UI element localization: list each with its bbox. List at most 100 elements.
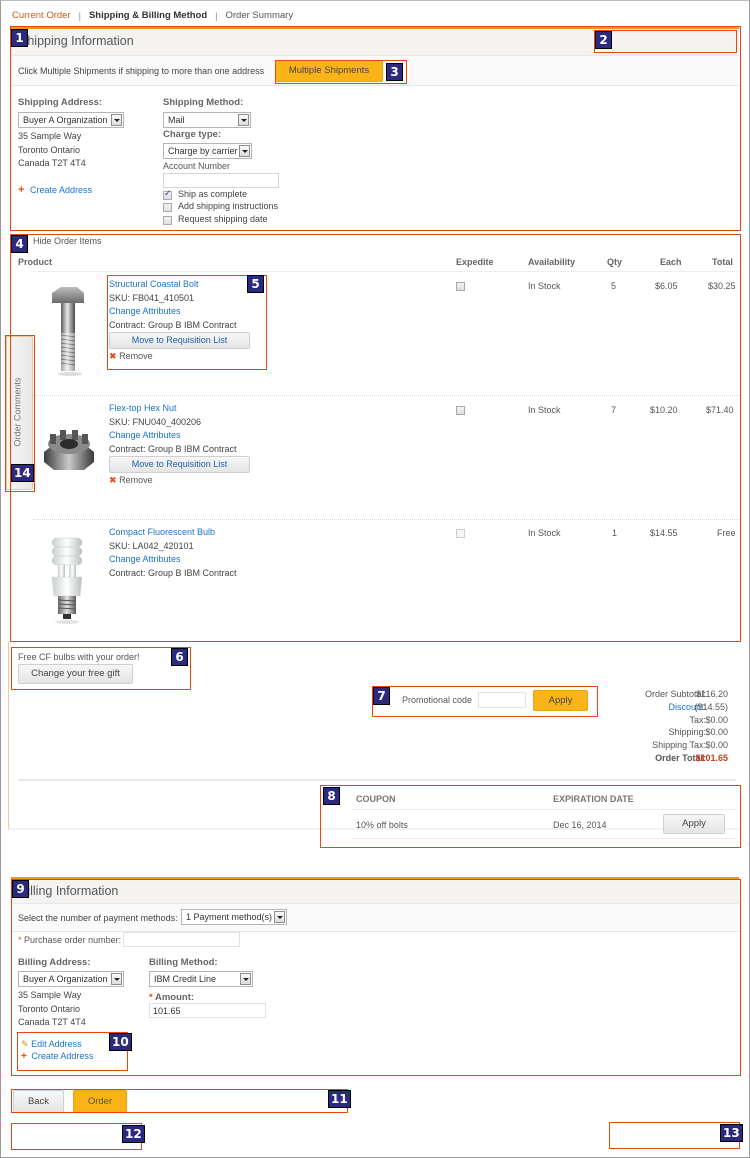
coupon-apply-button[interactable]: Apply (663, 814, 725, 834)
annotation-badge-13: 13 (720, 1124, 743, 1142)
product-sku: SKU: FB041_410501 (109, 293, 195, 303)
payment-count-bar: Select the number of payment methods: (11, 904, 739, 932)
product-sku: SKU: FNU040_400206 (109, 417, 202, 427)
change-free-gift-button[interactable]: Change your free gift (18, 664, 133, 684)
column-qty: Qty (607, 257, 623, 267)
plus-icon: + (18, 184, 25, 196)
amount-input[interactable] (149, 1003, 266, 1018)
shipping-method-select[interactable]: Mail (163, 112, 251, 128)
summary-divider (18, 779, 736, 781)
remove-x-icon: ✖ (109, 352, 117, 362)
free-gift-message: Free CF bulbs with your order! (18, 652, 140, 662)
annotation-badge-14: 14 (11, 464, 34, 482)
amount-label-text: Amount: (155, 992, 195, 1003)
bolt-image (52, 287, 84, 376)
move-to-requisition-list-label: Move to Requisition List (131, 335, 228, 345)
product-name-link[interactable]: Structural Coastal Bolt (109, 279, 199, 289)
billing-address-select[interactable]: Buyer A Organization (18, 971, 124, 987)
chevron-down-icon (239, 145, 250, 157)
column-total: Total (712, 257, 733, 267)
hex-nut-image (44, 430, 94, 470)
ship-as-complete-label: Ship as complete (178, 189, 248, 199)
summary-value: ($14.55) (694, 701, 728, 712)
billing-address-select-value: Buyer A Organization (23, 974, 108, 984)
annotation-badge-6: 6 (171, 648, 188, 666)
quantity: 1 (612, 528, 618, 538)
annotation-badge-3: 3 (386, 63, 403, 81)
column-expedite: Expedite (456, 257, 494, 267)
column-availability: Availability (528, 257, 576, 267)
expiration-column-header: EXPIRATION DATE (553, 794, 634, 804)
shipping-address-line: 35 Sample Way (18, 131, 82, 141)
coupon-apply-label: Apply (682, 818, 706, 829)
po-number-input[interactable] (123, 932, 240, 947)
pencil-icon: ✎ (21, 1040, 29, 1050)
annotation-badge-9: 9 (12, 880, 29, 898)
remove-link[interactable]: ✖ Remove (109, 475, 153, 486)
annotation-badge-2: 2 (595, 31, 612, 49)
product-sku: SKU: LA042_420101 (109, 541, 194, 551)
expedite-checkbox[interactable] (456, 282, 465, 291)
billing-method-select[interactable]: IBM Credit Line (149, 971, 253, 987)
product-name-link[interactable]: Compact Fluorescent Bulb (109, 527, 215, 537)
amount-label: * Amount: (149, 992, 194, 1003)
create-address-link[interactable]: + Create Address (21, 1051, 93, 1062)
product-name-link[interactable]: Flex-top Hex Nut (109, 403, 177, 413)
order-button[interactable]: Order (73, 1090, 127, 1113)
move-to-requisition-list-label: Move to Requisition List (131, 459, 228, 469)
move-to-requisition-list-button[interactable]: Move to Requisition List (109, 456, 250, 473)
payment-count-select[interactable]: 1 Payment method(s) (181, 909, 287, 925)
account-number-label: Account Number (163, 161, 231, 171)
breadcrumb-current-order[interactable]: Current Order (12, 10, 71, 21)
change-attributes-link[interactable]: Change Attributes (109, 554, 181, 564)
unit-price: $10.20 (650, 405, 678, 415)
shipping-address-line: Toronto Ontario (18, 145, 81, 155)
change-attributes-link[interactable]: Change Attributes (109, 430, 181, 440)
po-number-label: * Purchase order number: (18, 935, 121, 945)
billing-address-line: 35 Sample Way (18, 990, 82, 1000)
breadcrumb-order-summary: Order Summary (225, 10, 294, 21)
edit-address-link[interactable]: ✎ Edit Address (21, 1039, 82, 1050)
back-button[interactable]: Back (13, 1090, 64, 1113)
line-total: $30.25 (708, 281, 736, 291)
remove-label: Remove (119, 351, 153, 361)
line-total: $71.40 (706, 405, 734, 415)
promo-code-label: Promotional code (402, 695, 473, 705)
required-asterisk: * (149, 992, 153, 1003)
annotation-badge-1: 1 (11, 29, 28, 47)
ship-as-complete-checkbox[interactable] (163, 189, 172, 200)
charge-type-select[interactable]: Charge by carrier (163, 143, 252, 159)
breadcrumb: Current Order | Shipping & Billing Metho… (12, 10, 293, 21)
create-address-link[interactable]: + Create Address (18, 184, 92, 196)
change-attributes-link[interactable]: Change Attributes (109, 306, 181, 316)
hide-order-items-toggle[interactable]: Hide Order Items (33, 236, 102, 246)
add-shipping-instructions-checkbox[interactable] (163, 203, 172, 212)
quantity: 5 (611, 281, 617, 291)
promo-code-input[interactable] (478, 692, 526, 708)
quantity: 7 (611, 405, 617, 415)
request-shipping-date-checkbox[interactable] (163, 216, 172, 225)
annotation-badge-12: 12 (122, 1125, 145, 1143)
cfl-bulb-image (51, 537, 83, 624)
summary-value: $0.00 (705, 714, 728, 725)
product-contract: Contract: Group B IBM Contract (109, 444, 237, 454)
coupon-header-divider (352, 809, 736, 810)
billing-address-line: Toronto Ontario (18, 1004, 81, 1014)
annotation-badge-11: 11 (328, 1090, 351, 1108)
chevron-down-icon (111, 973, 122, 985)
remove-link[interactable]: ✖ Remove (109, 351, 153, 362)
annotation-badge-4: 4 (11, 235, 28, 253)
billing-address-line: Canada T2T 4T4 (18, 1017, 86, 1027)
chevron-down-icon (238, 114, 249, 126)
row-divider (33, 519, 739, 520)
expedite-checkbox[interactable] (456, 406, 465, 415)
chevron-down-icon (111, 114, 122, 126)
summary-value: $0.00 (705, 727, 728, 738)
annotation-badge-8: 8 (323, 787, 340, 805)
billing-method-label: Billing Method: (149, 957, 218, 968)
multiple-shipments-button[interactable]: Multiple Shipments (275, 60, 383, 82)
summary-value: $116.20 (696, 689, 728, 699)
account-number-input[interactable] (163, 173, 279, 188)
move-to-requisition-list-button[interactable]: Move to Requisition List (109, 332, 250, 349)
shipping-address-select[interactable]: Buyer A Organization (18, 112, 124, 128)
